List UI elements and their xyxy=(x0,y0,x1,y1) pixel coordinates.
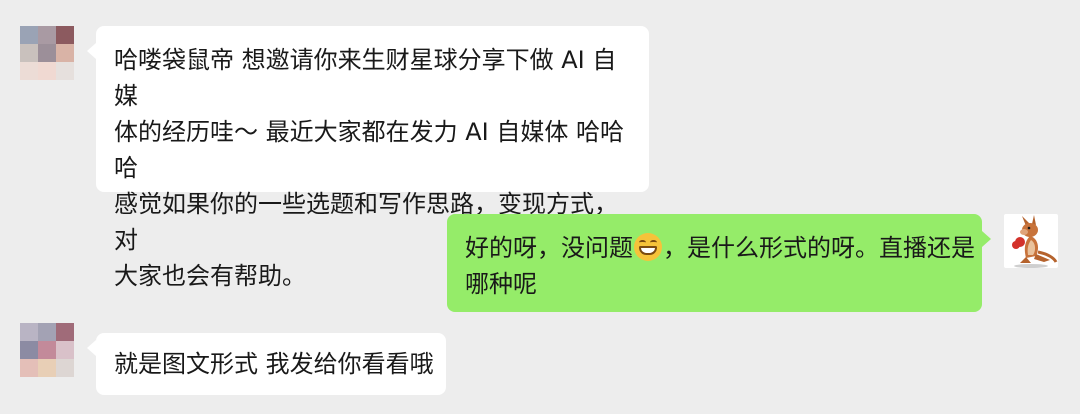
message-line: 就是图文形式 我发给你看看哦 xyxy=(114,350,434,378)
avatar-pixel xyxy=(20,62,38,80)
message-text: ，是什么形式的呀。直播还是 xyxy=(663,234,975,262)
avatar-pixel xyxy=(38,26,56,44)
avatar-pixel xyxy=(56,44,74,62)
avatar-pixel xyxy=(38,44,56,62)
avatar-other-1[interactable] xyxy=(20,26,74,80)
avatar-pixel xyxy=(56,323,74,341)
message-bubble-other[interactable]: 就是图文形式 我发给你看看哦 xyxy=(96,333,446,395)
avatar-pixel xyxy=(20,341,38,359)
avatar-pixel xyxy=(38,62,56,80)
avatar-pixel xyxy=(20,359,38,377)
message-bubble-self[interactable]: 好的呀，没问题 ，是什么形式的呀。直播还是 哪种呢 xyxy=(447,214,982,312)
message-line: 体的经历哇～ 最近大家都在发力 AI 自媒体 哈哈哈 xyxy=(114,118,625,182)
avatar-pixel xyxy=(20,26,38,44)
avatar-other-2[interactable] xyxy=(20,323,74,377)
avatar-pixel xyxy=(38,323,56,341)
avatar-self-kangaroo-icon[interactable] xyxy=(1004,214,1058,268)
avatar-pixel xyxy=(56,341,74,359)
avatar-pixel xyxy=(38,341,56,359)
avatar-pixel xyxy=(20,323,38,341)
bubble-tail xyxy=(87,43,96,59)
avatar-pixel xyxy=(56,359,74,377)
message-text: 好的呀，没问题 xyxy=(465,234,633,262)
message-line: 哈喽袋鼠帝 想邀请你来生财星球分享下做 AI 自媒 xyxy=(114,46,617,110)
message-line: 哪种呢 xyxy=(465,270,537,298)
bubble-tail xyxy=(87,340,96,356)
avatar-pixel xyxy=(38,359,56,377)
message-bubble-other[interactable]: 哈喽袋鼠帝 想邀请你来生财星球分享下做 AI 自媒 体的经历哇～ 最近大家都在发… xyxy=(96,26,649,290)
bubble-tail xyxy=(982,231,991,247)
avatar-pixel xyxy=(56,62,74,80)
grinning-face-emoji-icon xyxy=(634,233,662,261)
kangaroo-boxer-icon xyxy=(1012,215,1058,268)
avatar-pixel xyxy=(20,44,38,62)
message-line: 好的呀，没问题 ，是什么形式的呀。直播还是 xyxy=(465,230,975,266)
avatar-pixel xyxy=(56,26,74,44)
